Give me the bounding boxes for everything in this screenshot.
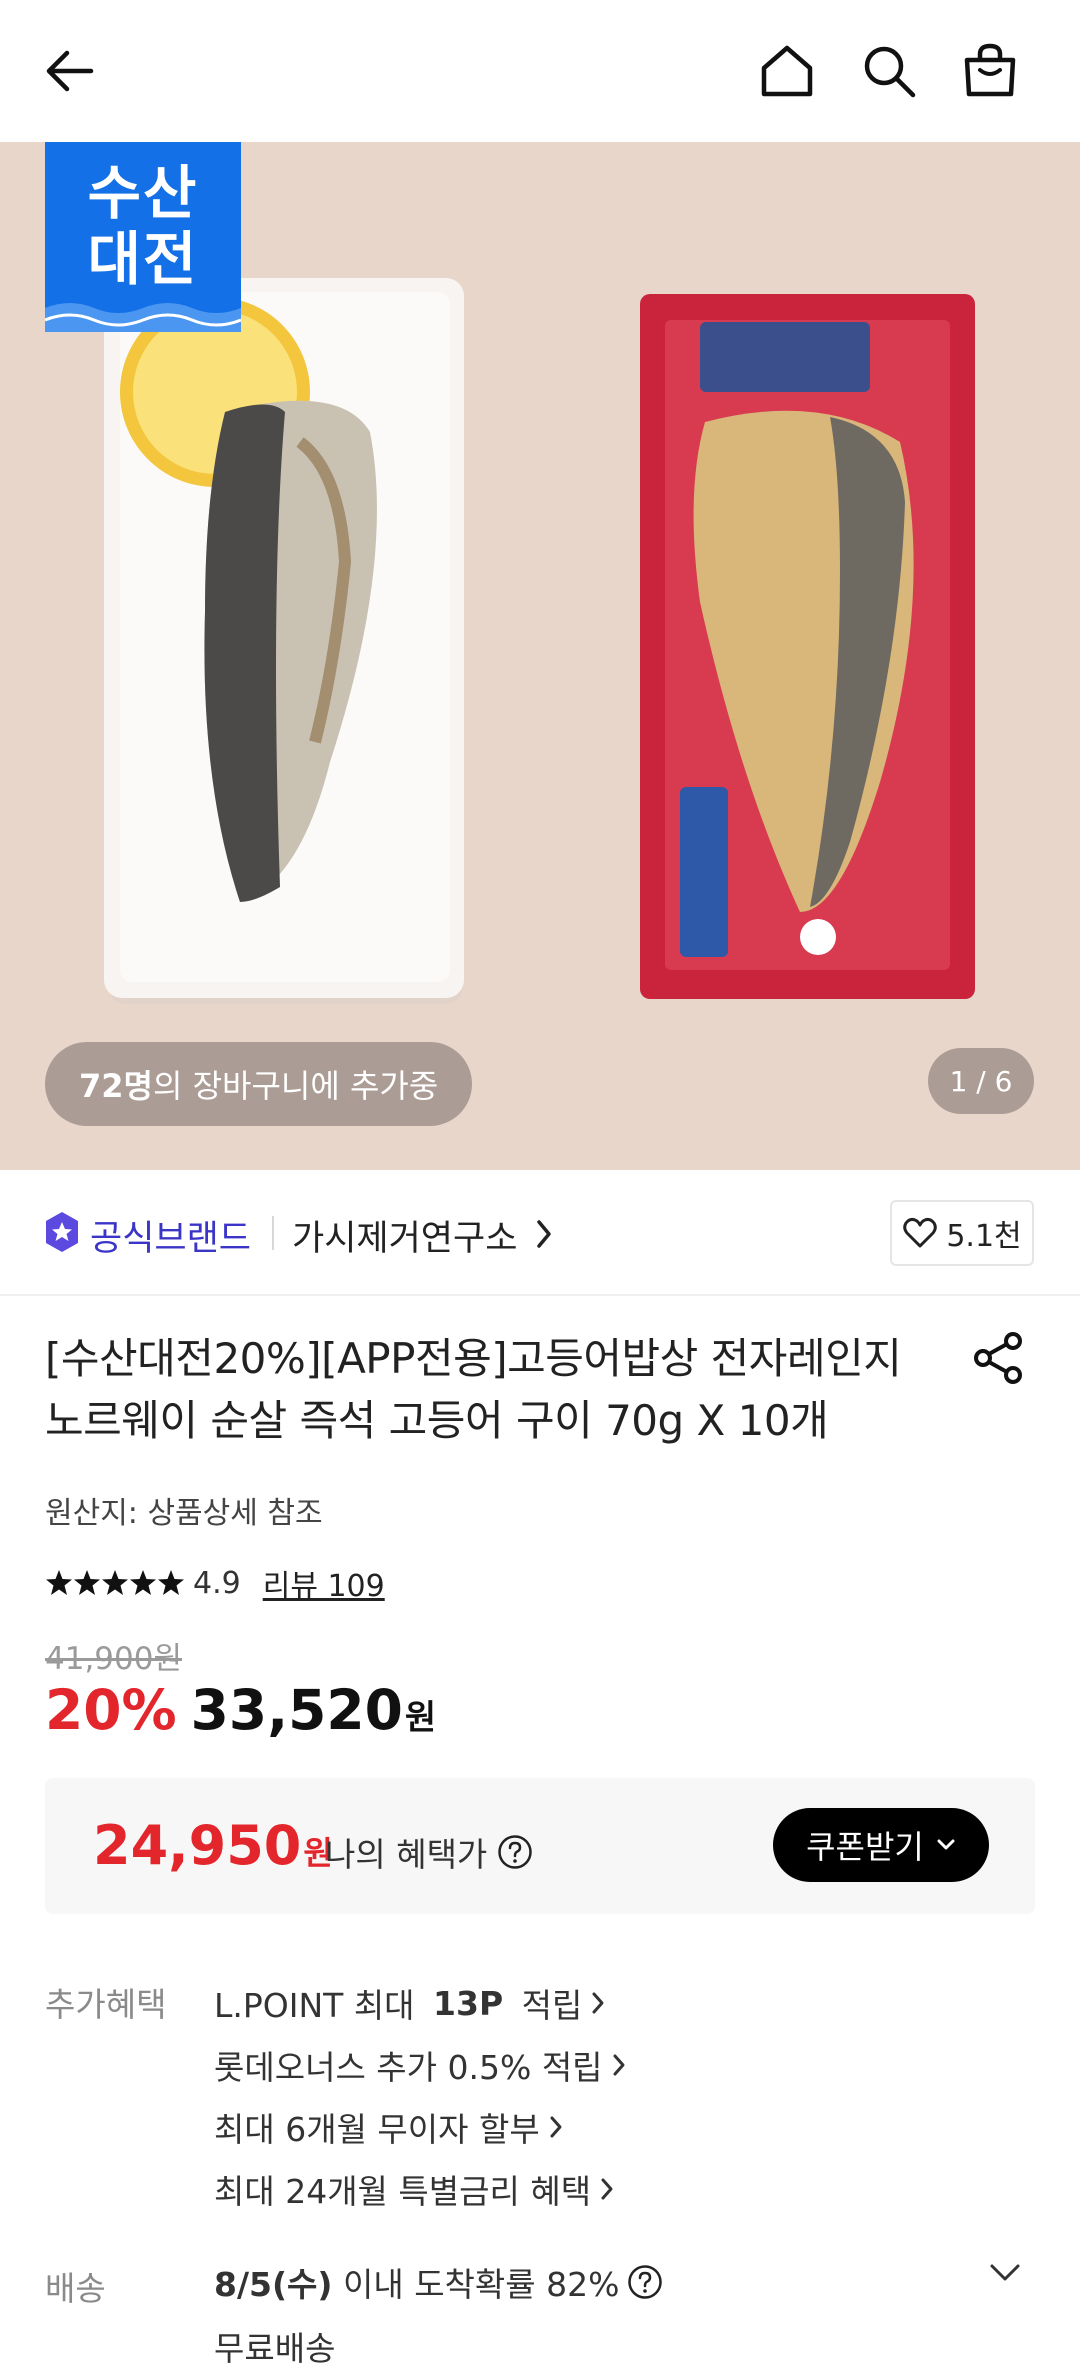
product-image-carousel[interactable]: 수산 대전 72명 의 장바구니에 추가중 1 / 6: [0, 142, 1080, 1170]
cart-activity-text: 의 장바구니에 추가중: [152, 1067, 439, 1105]
shipping-fee: 무료배송: [214, 2329, 336, 2368]
like-button[interactable]: 5.1천: [890, 1200, 1034, 1266]
discount-rate: 20%: [45, 1678, 177, 1742]
chevron-right-icon: [613, 2054, 625, 2076]
home-icon: [761, 45, 813, 97]
benefit-item-lpoint[interactable]: L.POINT 최대 13P 적립: [214, 1972, 627, 2034]
price-currency: 원: [404, 1698, 437, 1738]
price-row: 20% 33,520 원: [45, 1678, 436, 1742]
benefit-item-installment[interactable]: 최대 6개월 무이자 할부: [214, 2096, 627, 2158]
rating-stars: [45, 1569, 185, 1597]
divider: [272, 1216, 274, 1250]
rating-row: 4.9 리뷰 109: [45, 1561, 385, 1605]
benefit-price-box: 24,950 원 나의 혜택가 쿠폰받기: [45, 1778, 1035, 1914]
chevron-down-icon: [990, 2264, 1020, 2281]
benefit-price: 24,950 원: [93, 1814, 333, 1877]
search-icon: [864, 46, 916, 98]
share-button[interactable]: [970, 1330, 1026, 1390]
brand-row: 공식브랜드 가시제거연구소 5.1천: [0, 1170, 1080, 1296]
benefit-item-suffix: 적립: [511, 1986, 583, 2025]
benefit-item-text: 롯데오너스 추가 0.5% 적립: [214, 2048, 603, 2087]
benefit-item-bold: 13P: [433, 1983, 504, 2023]
benefit-item-text: 최대 6개월 무이자 할부: [214, 2110, 540, 2149]
shipping-label: 배송: [45, 2269, 106, 2308]
benefit-label: 나의 혜택가: [325, 1828, 533, 1876]
chevron-down-icon: [937, 1839, 955, 1850]
sale-price: 33,520: [190, 1678, 403, 1742]
benefit-item-text: L.POINT 최대: [214, 1986, 426, 2025]
cart-count: 72명: [79, 1067, 153, 1105]
logo-text-line1: 수산: [87, 159, 199, 227]
review-link[interactable]: 리뷰 109: [263, 1561, 385, 1605]
benefit-item-text: 최대 24개월 특별금리 혜택: [214, 2172, 592, 2211]
cart-button[interactable]: [955, 36, 1025, 106]
top-bar: [0, 0, 1080, 142]
chevron-right-icon: [592, 1992, 604, 2014]
wave-icon: [45, 303, 241, 332]
back-button[interactable]: [34, 36, 104, 106]
logo-text-line2: 대전: [87, 225, 199, 293]
shipping-eta: 8/5(수) 이내 도착확률 82%: [214, 2258, 663, 2306]
heart-icon: [903, 1217, 938, 1248]
star-icons: [46, 1570, 184, 1595]
share-icon: [974, 1332, 1022, 1384]
official-brand-star-icon: [46, 1212, 78, 1252]
shipping-date: 8/5(수): [214, 2265, 333, 2304]
extra-benefit-list: L.POINT 최대 13P 적립 롯데오너스 추가 0.5% 적립 최대 6개…: [214, 1972, 627, 2220]
cart-activity-badge: 72명 의 장바구니에 추가중: [45, 1042, 473, 1126]
rating-score: 4.9: [193, 1565, 241, 1601]
help-icon[interactable]: [497, 1834, 533, 1870]
product-title: [수산대전20%][APP전용]고등어밥상 전자레인지 노르웨이 순살 즉석 고…: [45, 1334, 902, 1445]
home-button[interactable]: [752, 36, 822, 106]
image-page-indicator: 1 / 6: [928, 1048, 1034, 1114]
origin-info: 원산지: 상품상세 참조: [45, 1496, 323, 1531]
benefit-item-special-rate[interactable]: 최대 24개월 특별금리 혜택: [214, 2158, 627, 2220]
benefit-item-lotte-owners[interactable]: 롯데오너스 추가 0.5% 적립: [214, 2034, 627, 2096]
shipping-probability: 이내 도착확률 82%: [332, 2265, 620, 2304]
chevron-right-icon: [537, 1220, 551, 1248]
shipping-expand-button[interactable]: [988, 2262, 1022, 2288]
back-arrow-icon: [46, 50, 94, 92]
benefit-label-text: 나의 혜택가: [325, 1835, 488, 1874]
benefit-price-value: 24,950: [93, 1814, 302, 1877]
extra-benefit-label: 추가혜택: [45, 1985, 167, 2024]
sale-event-logo: 수산 대전: [45, 142, 241, 332]
help-icon[interactable]: [627, 2264, 663, 2300]
chevron-right-icon: [601, 2178, 613, 2200]
coupon-button-label: 쿠폰받기: [806, 1828, 924, 1866]
chevron-right-icon: [550, 2116, 562, 2138]
original-price: 41,900원: [45, 1641, 182, 1677]
coupon-download-button[interactable]: 쿠폰받기: [773, 1808, 989, 1882]
shopping-bag-icon: [964, 43, 1016, 97]
official-brand-label: 공식브랜드: [90, 1219, 252, 1259]
like-count: 5.1천: [946, 1219, 1022, 1254]
store-name-link[interactable]: 가시제거연구소: [292, 1210, 517, 1261]
search-button[interactable]: [854, 36, 924, 106]
